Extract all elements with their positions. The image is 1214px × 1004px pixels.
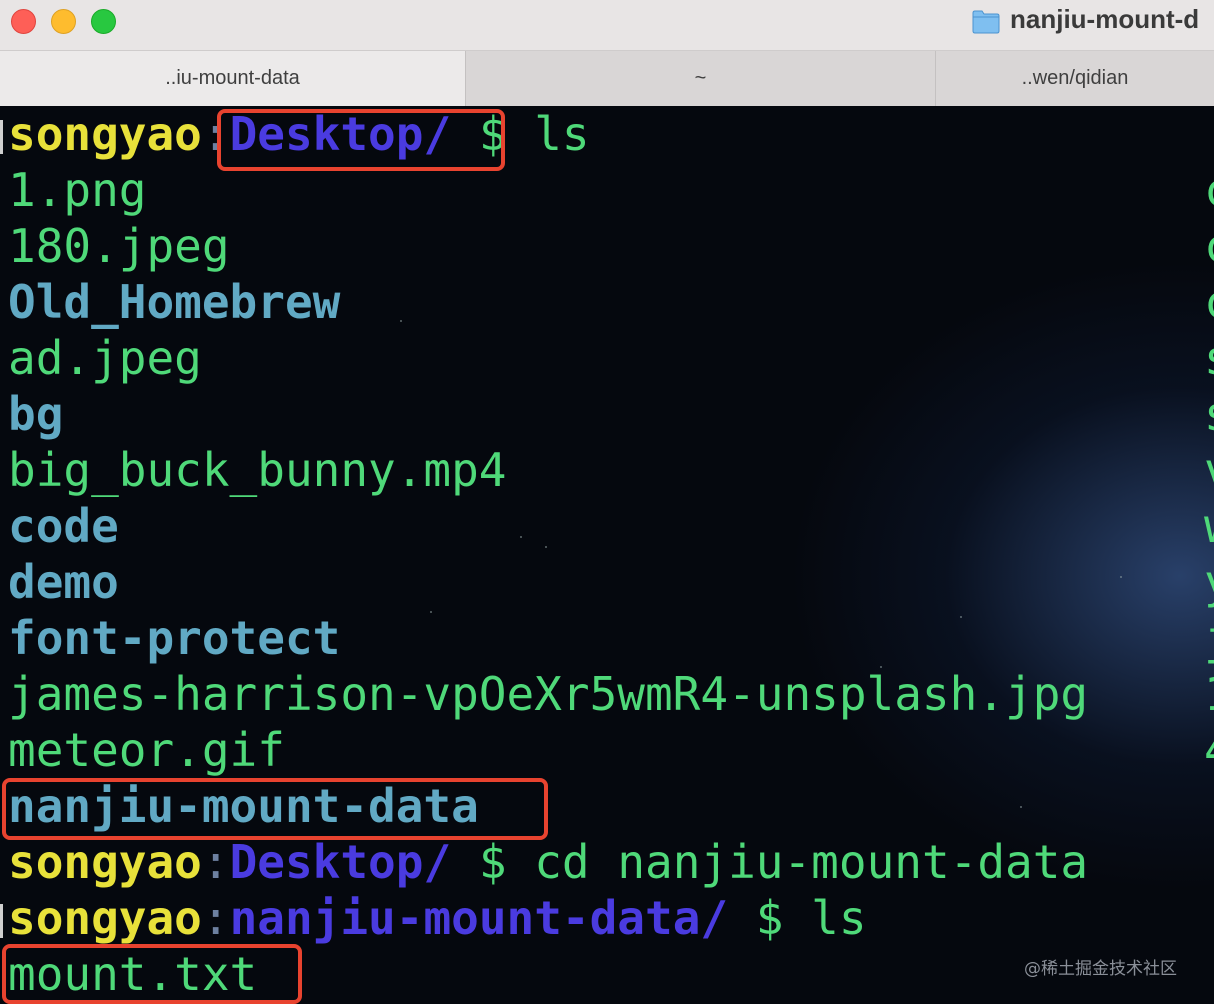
prompt-line: songyao:Desktop/ $ cd nanjiu-mount-data: [8, 835, 1089, 889]
clipped-entry: w: [1204, 498, 1214, 554]
highlight-box-nanjiu-dir: [2, 778, 548, 840]
clipped-entry: y: [1204, 554, 1214, 610]
clipped-entry: 4: [1204, 722, 1214, 778]
clipped-entry: 1: [1204, 666, 1214, 722]
file-entry: 180.jpeg: [8, 219, 230, 273]
prompt-user: songyao: [8, 835, 202, 889]
tab-nanjiu-mount-data[interactable]: ..iu-mount-data: [0, 51, 465, 106]
line-marker: [0, 120, 3, 154]
prompt-user: songyao: [8, 891, 202, 945]
prompt-line: songyao:nanjiu-mount-data/ $ ls: [8, 891, 867, 945]
watermark: @稀土掘金技术社区: [1024, 959, 1177, 979]
prompt-path: Desktop/: [229, 835, 452, 889]
file-entry: ad.jpeg: [8, 331, 202, 385]
command-text: ls: [811, 891, 867, 945]
minimize-window-button[interactable]: [51, 9, 76, 34]
prompt-path: nanjiu-mount-data/: [229, 891, 729, 945]
highlight-box-desktop-path: [217, 109, 505, 171]
directory-entry: Old_Homebrew: [8, 275, 341, 329]
terminal-output[interactable]: songyao:Desktop/ $ ls 1.png 180.jpeg Old…: [0, 106, 1214, 1004]
clipped-entry: c: [1204, 218, 1214, 274]
line-marker: [0, 904, 3, 938]
window-title: nanjiu-mount-d: [1010, 4, 1200, 34]
file-entry: james-harrison-vpOeXr5wmR4-unsplash.jpg: [8, 667, 1089, 721]
close-window-button[interactable]: [11, 9, 36, 34]
clipped-entry: c: [1204, 162, 1214, 218]
command-text: ls: [534, 107, 590, 161]
clipped-entry: j: [1204, 610, 1214, 666]
zoom-window-button[interactable]: [91, 9, 116, 34]
clipped-entry: s: [1204, 386, 1214, 442]
file-entry: 1.png: [8, 163, 147, 217]
folder-icon: [972, 10, 1000, 34]
command-text: cd nanjiu-mount-data: [534, 835, 1089, 889]
directory-entry: font-protect: [8, 611, 341, 665]
directory-entry: demo: [8, 555, 119, 609]
file-entry: big_buck_bunny.mp4: [8, 443, 507, 497]
highlight-box-mount-file: [2, 944, 302, 1004]
directory-entry: bg: [8, 387, 64, 441]
tab-qidian[interactable]: ..wen/qidian: [935, 51, 1214, 106]
title-bar: nanjiu-mount-d: [0, 0, 1214, 50]
file-entry: meteor.gif: [8, 723, 285, 777]
clipped-entry: c: [1204, 274, 1214, 330]
clipped-entry: v: [1204, 442, 1214, 498]
directory-entry: code: [8, 499, 119, 553]
tab-bar: ..iu-mount-data ~ ..wen/qidian: [0, 50, 1214, 106]
prompt-user: songyao: [8, 107, 202, 161]
clipped-entry: s: [1204, 330, 1214, 386]
tab-home[interactable]: ~: [465, 51, 935, 106]
